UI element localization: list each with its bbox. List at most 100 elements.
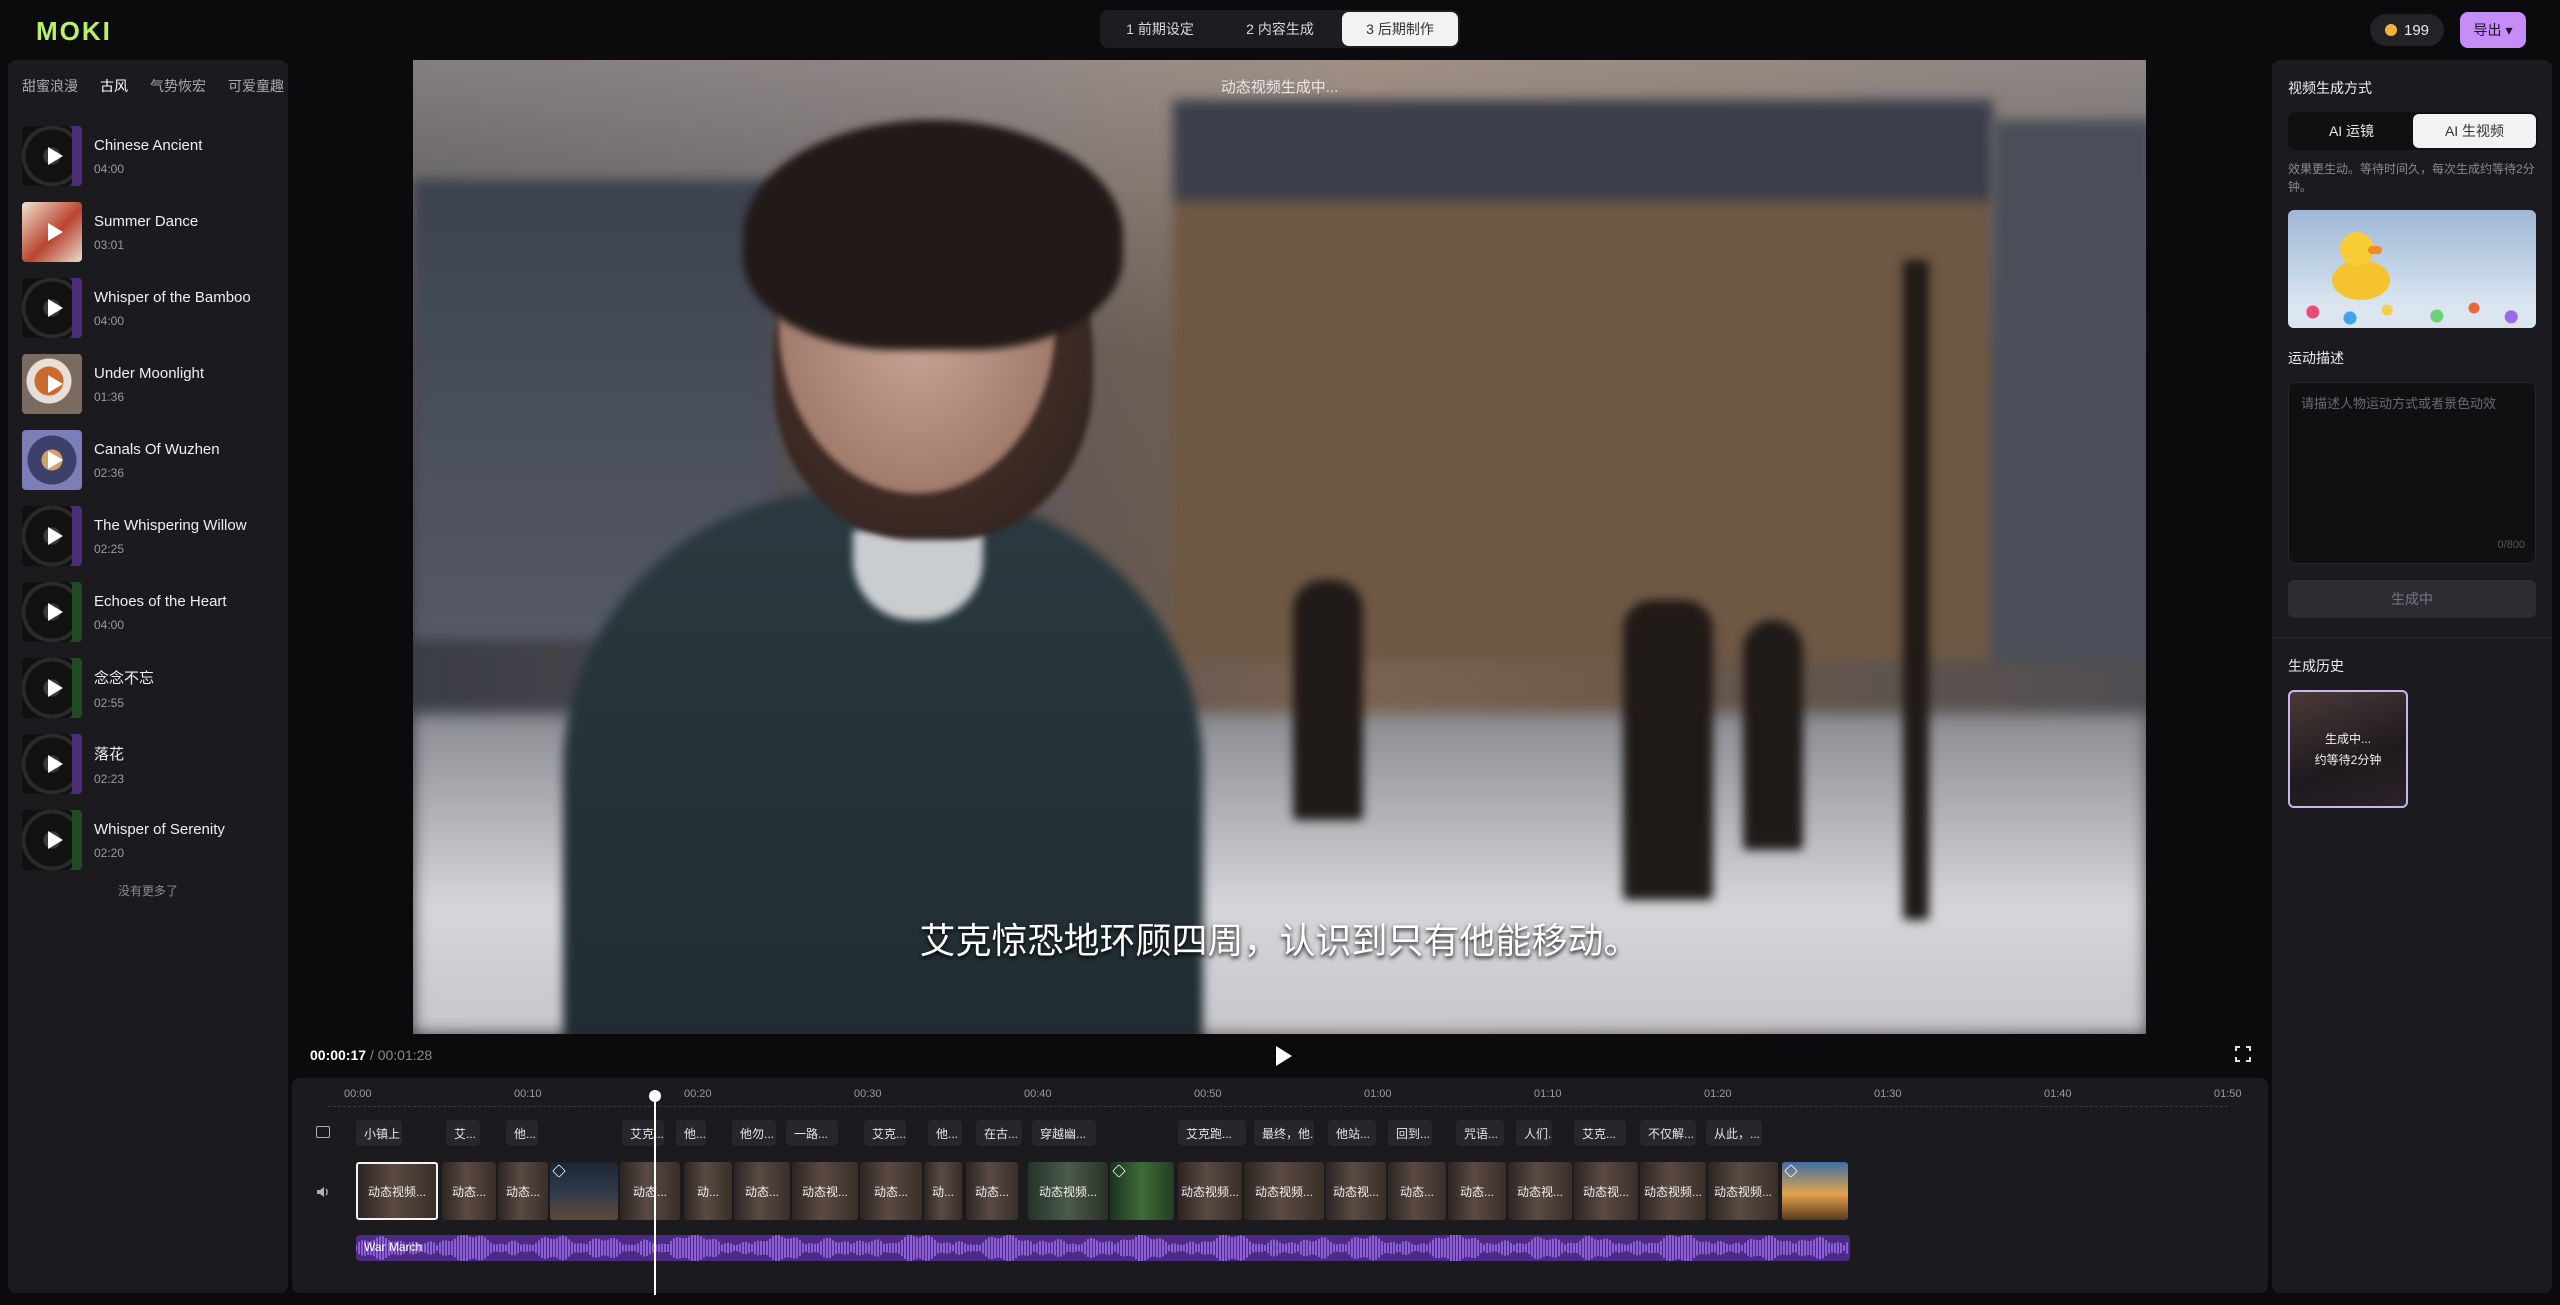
motion-description-input[interactable]: 请描述人物运动方式或者景色动效 0/800 (2288, 382, 2536, 564)
video-clip[interactable]: 动态... (498, 1162, 548, 1220)
subtitle-chip[interactable]: 艾克... (1574, 1120, 1626, 1146)
timeline-panel[interactable]: 00:00 00:10 00:20 00:30 00:40 00:50 01:00 01:10… (292, 1078, 2268, 1293)
video-clip[interactable] (1110, 1162, 1174, 1220)
ruler-tick-label: 01:30 (1874, 1088, 1902, 1100)
fullscreen-icon[interactable] (2234, 1045, 2254, 1065)
coin-balance[interactable]: 199 (2370, 14, 2444, 46)
play-icon[interactable] (48, 299, 63, 317)
play-icon[interactable] (48, 147, 63, 165)
video-clip[interactable]: 动态... (734, 1162, 790, 1220)
play-icon[interactable] (48, 831, 63, 849)
step-post-production[interactable]: 3 后期制作 (1342, 12, 1458, 46)
history-item[interactable]: 生成中... 约等待2分钟 (2288, 690, 2408, 808)
track-item[interactable]: Summer Dance 03:01 (22, 194, 282, 270)
play-icon[interactable] (48, 223, 63, 241)
video-clip[interactable]: 动态视频... (1640, 1162, 1706, 1220)
video-clip[interactable]: 动态视... (1326, 1162, 1386, 1220)
tab-sweet-romance[interactable]: 甜蜜浪漫 (22, 76, 78, 96)
step-generate[interactable]: 2 内容生成 (1222, 12, 1338, 46)
subtitle-track-icon[interactable] (316, 1126, 330, 1138)
play-icon[interactable] (48, 679, 63, 697)
video-clip[interactable]: 动态视频... (1028, 1162, 1108, 1220)
subtitle-chip[interactable]: 在古... (976, 1120, 1022, 1146)
subtitle-chip[interactable]: 他... (506, 1120, 538, 1146)
volume-icon[interactable] (316, 1185, 330, 1199)
video-clip[interactable]: 动态... (1388, 1162, 1446, 1220)
subtitle-chip[interactable]: 穿越幽... (1032, 1120, 1096, 1146)
track-duration: 04:00 (94, 161, 125, 176)
subtitle-chip[interactable]: 小镇上，... (356, 1120, 402, 1146)
video-clip[interactable]: 动态视频... (356, 1162, 438, 1220)
track-item[interactable]: Chinese Ancient 04:00 (22, 118, 282, 194)
subtitle-chip[interactable]: 他站... (1328, 1120, 1376, 1146)
subtitle-chip[interactable]: 回到... (1388, 1120, 1432, 1146)
subtitle-chip[interactable]: 他... (928, 1120, 962, 1146)
playhead[interactable] (654, 1090, 657, 1295)
tab-ancient-style[interactable]: 古风 (100, 76, 128, 96)
video-clip[interactable]: 动态视频... (1708, 1162, 1778, 1220)
subtitle-chip[interactable]: 一路... (786, 1120, 838, 1146)
subtitle-chip[interactable]: 艾克... (622, 1120, 664, 1146)
video-clip[interactable]: 动... (924, 1162, 962, 1220)
video-preview[interactable]: 动态视频生成中... 艾克惊恐地环顾四周，认识到只有他能移动。 (413, 60, 2146, 1034)
video-clip[interactable]: 动态... (1448, 1162, 1506, 1220)
video-clip[interactable]: 动态视频... (1244, 1162, 1324, 1220)
audio-track[interactable]: War March (356, 1235, 1850, 1261)
video-clip[interactable] (1782, 1162, 1848, 1220)
video-clip[interactable]: 动态视... (1574, 1162, 1638, 1220)
play-button[interactable] (1276, 1046, 1292, 1066)
video-clip[interactable] (550, 1162, 618, 1220)
subtitle-chip[interactable]: 咒语... (1456, 1120, 1504, 1146)
video-clip[interactable]: 动... (684, 1162, 732, 1220)
clip-label: 动态视... (801, 1184, 848, 1199)
background-building (1173, 100, 1993, 660)
coin-count: 199 (2403, 21, 2430, 39)
track-name: Whisper of the Bamboo (94, 288, 251, 306)
video-clip[interactable]: 动态视... (1508, 1162, 1572, 1220)
subtitle-chip[interactable]: 最终，他... (1254, 1120, 1314, 1146)
video-clip[interactable]: 动态视... (792, 1162, 858, 1220)
track-item[interactable]: Whisper of the Bamboo 04:00 (22, 270, 282, 346)
video-clip[interactable]: 动态... (620, 1162, 680, 1220)
video-clip[interactable]: 动态... (442, 1162, 496, 1220)
generation-status: 动态视频生成中... (1220, 79, 1339, 96)
video-clip[interactable]: 动态视频... (1178, 1162, 1242, 1220)
mode-ai-video[interactable]: AI 生视频 (2413, 114, 2536, 148)
subtitle-chip[interactable]: 艾克... (864, 1120, 906, 1146)
track-item[interactable]: 落花 02:23 (22, 726, 282, 802)
track-item[interactable]: Canals Of Wuzhen 02:36 (22, 422, 282, 498)
step-setup[interactable]: 1 前期设定 (1102, 12, 1218, 46)
play-icon[interactable] (48, 451, 63, 469)
clip-label: 动... (696, 1184, 719, 1199)
subtitle-chip[interactable]: 不仅解... (1640, 1120, 1696, 1146)
track-item[interactable]: Whisper of Serenity 02:20 (22, 802, 282, 878)
subtitle-chip[interactable]: 人们... (1516, 1120, 1552, 1146)
video-clip[interactable]: 动态... (966, 1162, 1018, 1220)
clip-label: 动态视频... (1254, 1184, 1313, 1199)
tab-cute[interactable]: 可爱童趣 (228, 76, 284, 96)
play-icon[interactable] (48, 755, 63, 773)
track-item[interactable]: The Whispering Willow 02:25 (22, 498, 282, 574)
play-icon[interactable] (48, 375, 63, 393)
ruler-tick-label: 00:40 (1024, 1088, 1052, 1100)
subtitle-chip[interactable]: 艾克跑... (1178, 1120, 1246, 1146)
subtitle-chip[interactable]: 艾... (446, 1120, 480, 1146)
export-button[interactable]: 导出 ▾ (2460, 12, 2526, 48)
track-item[interactable]: Echoes of the Heart 04:00 (22, 574, 282, 650)
app-logo[interactable]: MOKI (36, 16, 112, 47)
play-icon[interactable] (48, 527, 63, 545)
play-icon[interactable] (48, 603, 63, 621)
tab-epic[interactable]: 气势恢宏 (150, 76, 206, 96)
mode-ai-camera[interactable]: AI 运镜 (2290, 114, 2413, 148)
track-item[interactable]: Under Moonlight 01:36 (22, 346, 282, 422)
subtitle-chip[interactable]: 从此，... (1706, 1120, 1762, 1146)
video-clip[interactable]: 动态... (860, 1162, 922, 1220)
subtitle-chip[interactable]: 他... (676, 1120, 706, 1146)
reference-image[interactable] (2288, 210, 2536, 328)
audio-waveform (356, 1235, 1848, 1261)
track-item[interactable]: 念念不忘 02:55 (22, 650, 282, 726)
subtitle-chip[interactable]: 他勿... (732, 1120, 776, 1146)
generate-button[interactable]: 生成中 (2288, 580, 2536, 618)
time-ruler[interactable]: 00:00 00:10 00:20 00:30 00:40 00:50 01:00 01:10… (328, 1078, 2242, 1108)
track-name: Echoes of the Heart (94, 592, 227, 610)
